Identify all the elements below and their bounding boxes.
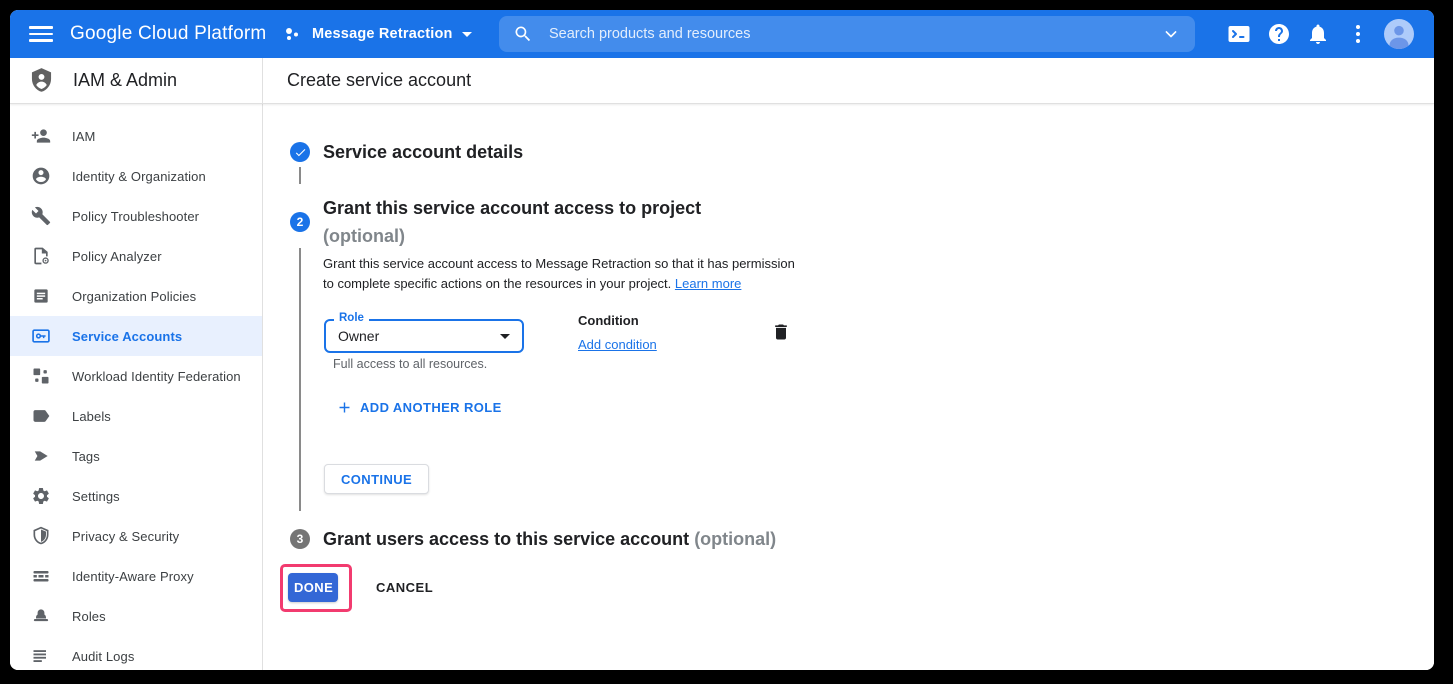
sidebar-item-policy-analyzer[interactable]: Policy Analyzer [10,236,262,276]
document-lines-icon [31,286,51,306]
sidebar-item-label: Identity-Aware Proxy [72,569,194,584]
tag-arrow-icon [31,446,51,466]
topbar: Google Cloud Platform Message Retraction [10,10,1434,58]
sidebar-item-service-accounts[interactable]: Service Accounts [10,316,262,356]
sidebar-item-label: Organization Policies [72,289,196,304]
service-account-card-icon [31,326,51,346]
account-circle-icon [31,166,51,186]
role-helper-text: Full access to all resources. [333,357,487,371]
delete-role-trash-icon[interactable] [771,322,791,342]
step2-description: Grant this service account access to Mes… [323,254,805,294]
step3-title: Grant users access to this service accou… [323,525,776,553]
gear-icon [31,486,51,506]
help-icon[interactable] [1267,22,1291,46]
proxy-bars-icon [31,566,51,586]
sidebar-item-label: Workload Identity Federation [72,369,241,384]
sidebar-item-policy-troubleshooter[interactable]: Policy Troubleshooter [10,196,262,236]
sidebar-item-iam[interactable]: IAM [10,116,262,156]
tag-icon [31,406,51,426]
cloud-shell-icon[interactable] [1227,22,1251,46]
hamburger-menu-icon[interactable] [29,23,53,45]
sidebar-item-privacy-security[interactable]: Privacy & Security [10,516,262,556]
search-bar[interactable] [499,16,1195,52]
learn-more-link[interactable]: Learn more [675,276,741,291]
project-name: Message Retraction [312,26,453,42]
role-select-value: Owner [338,321,379,351]
sidebar-item-label: Audit Logs [72,649,134,664]
browser-viewport: Google Cloud Platform Message Retraction [10,10,1434,670]
step3-optional-label: (optional) [694,529,776,549]
sidebar-item-label: Tags [72,449,100,464]
sidebar-item-identity-aware-proxy[interactable]: Identity-Aware Proxy [10,556,262,596]
step2-optional-label: (optional) [323,226,405,246]
done-button[interactable]: DONE [288,573,338,602]
notifications-bell-icon[interactable] [1306,22,1330,46]
sidebar-item-settings[interactable]: Settings [10,476,262,516]
app-title: IAM & Admin [73,70,177,91]
wrench-icon [31,206,51,226]
sidebar-item-label: Settings [72,489,120,504]
condition-label: Condition [578,313,639,328]
sidebar-item-label: Privacy & Security [72,529,179,544]
step2-number-badge: 2 [290,212,310,232]
project-switcher-icon [282,24,303,45]
list-lines-icon [31,646,51,666]
search-input[interactable] [547,25,1161,43]
cancel-button[interactable]: CANCEL [370,573,439,602]
check-icon [294,146,307,159]
sidebar-nav: IAM Identity & Organization Policy Troub… [10,104,263,670]
sidebar-item-organization-policies[interactable]: Organization Policies [10,276,262,316]
project-selector[interactable]: Message Retraction [282,10,472,58]
add-condition-link[interactable]: Add condition [578,337,657,352]
more-vert-icon[interactable] [1346,22,1370,46]
step2-title: Grant this service account access to pro… [323,194,701,250]
sidebar-item-label: IAM [72,129,95,144]
sidebar-item-identity-organization[interactable]: Identity & Organization [10,156,262,196]
sidebar-item-label: Policy Troubleshooter [72,209,199,224]
chevron-down-icon [462,32,472,37]
iam-shield-icon [28,67,55,94]
step3-number-badge: 3 [290,529,310,549]
sidebar-item-label: Roles [72,609,106,624]
squares-grid-icon [31,366,51,386]
hat-icon [31,606,51,626]
continue-button[interactable]: CONTINUE [324,464,429,494]
sidebar-item-labels[interactable]: Labels [10,396,262,436]
avatar[interactable] [1384,19,1414,49]
product-header: IAM & Admin [10,58,263,103]
sidebar-item-workload-identity-federation[interactable]: Workload Identity Federation [10,356,262,396]
sidebar-item-label: Identity & Organization [72,169,206,184]
step-connector [299,167,301,184]
gcp-logo: Google Cloud Platform [70,10,266,58]
search-chevron-down-icon[interactable] [1161,24,1181,44]
sidebar-item-label: Labels [72,409,111,424]
page-title: Create service account [263,58,1434,103]
sidebar-item-tags[interactable]: Tags [10,436,262,476]
step1-complete-icon [290,142,310,162]
avatar-person-icon [1384,19,1414,49]
create-service-account-form: Service account details 2 Grant this ser… [263,104,1434,670]
person-add-icon [31,126,51,146]
page-header: IAM & Admin Create service account [10,58,1434,104]
sidebar-item-label: Policy Analyzer [72,249,162,264]
plus-icon [336,399,353,416]
sidebar-item-audit-logs[interactable]: Audit Logs [10,636,262,670]
document-gear-icon [31,246,51,266]
dropdown-caret-icon [500,334,510,339]
add-another-role-button[interactable]: ADD ANOTHER ROLE [336,399,502,416]
sidebar-item-label: Service Accounts [72,329,182,344]
sidebar-item-roles[interactable]: Roles [10,596,262,636]
step1-title: Service account details [323,138,523,166]
shield-half-icon [31,526,51,546]
search-icon [513,24,533,44]
role-select[interactable]: Role Owner [324,319,524,353]
step-connector [299,248,301,511]
